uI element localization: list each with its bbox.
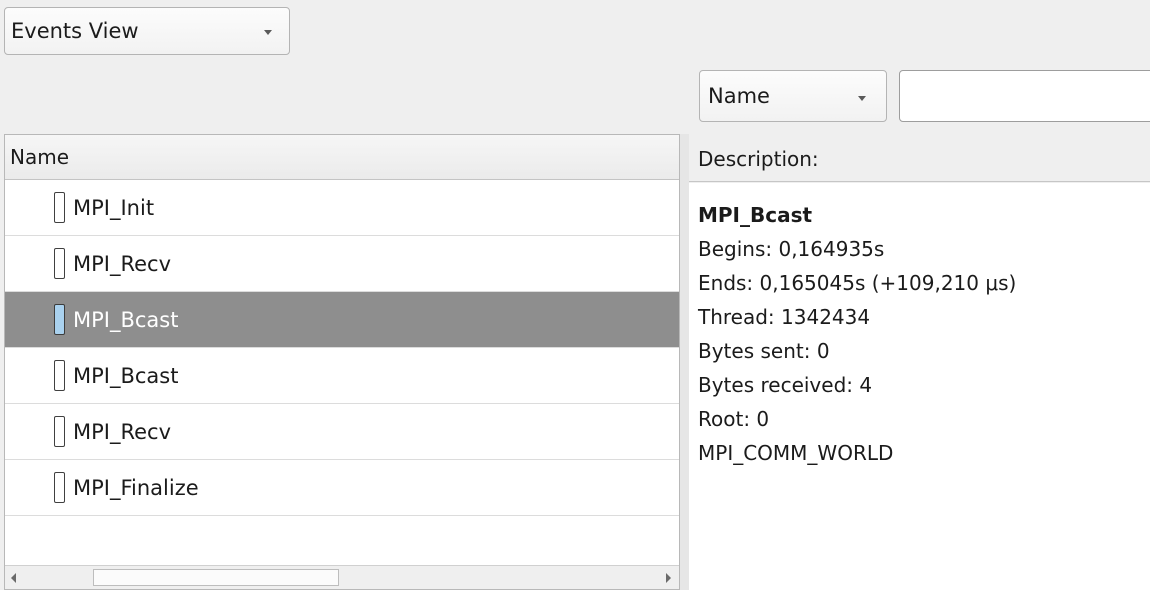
event-row-label: MPI_Bcast <box>73 307 179 332</box>
event-color-swatch <box>54 360 65 391</box>
description-header: Description: <box>689 136 1150 182</box>
panel-splitter[interactable] <box>680 134 689 590</box>
detail-ends: Ends: 0,165045s (+109,210 μs) <box>698 271 1017 295</box>
event-row[interactable]: MPI_Finalize <box>5 460 679 516</box>
chevron-down-icon <box>858 96 866 101</box>
chevron-down-icon <box>264 30 272 35</box>
event-row-label: MPI_Init <box>73 195 155 220</box>
event-row-label: MPI_Bcast <box>73 363 179 388</box>
event-row[interactable]: MPI_Recv <box>5 236 679 292</box>
detail-communicator: MPI_COMM_WORLD <box>698 441 894 465</box>
view-mode-value: Events View <box>11 19 139 43</box>
event-rows: MPI_Init MPI_Recv MPI_Bcast MPI_Bcast MPI_Re… <box>5 180 679 516</box>
event-row[interactable]: MPI_Bcast <box>5 292 679 348</box>
scroll-right-icon[interactable] <box>666 573 671 583</box>
event-row-label: MPI_Finalize <box>73 475 199 500</box>
event-row[interactable]: MPI_Bcast <box>5 348 679 404</box>
event-color-swatch <box>54 472 65 503</box>
event-row[interactable]: MPI_Init <box>5 180 679 236</box>
filter-field-dropdown[interactable]: Name <box>699 70 887 122</box>
filter-field-value: Name <box>708 84 770 108</box>
event-list: Name MPI_Init MPI_Recv MPI_Bcast MPI_Bcast M… <box>4 134 680 590</box>
scrollbar-thumb[interactable] <box>93 569 339 586</box>
detail-bytes-sent: Bytes sent: 0 <box>698 339 830 363</box>
detail-bytes-received: Bytes received: 4 <box>698 373 873 397</box>
events-window: Events View Name Name MPI_Init MPI_Recv MP… <box>0 0 1150 590</box>
detail-thread: Thread: 1342434 <box>698 305 871 329</box>
event-color-swatch <box>54 248 65 279</box>
view-mode-dropdown[interactable]: Events View <box>4 7 290 55</box>
column-header-label: Name <box>10 145 70 169</box>
event-color-swatch <box>54 304 65 335</box>
description-header-label: Description: <box>698 146 819 171</box>
column-header-name[interactable]: Name <box>5 135 679 180</box>
event-color-swatch <box>54 416 65 447</box>
event-row-label: MPI_Recv <box>73 251 172 276</box>
detail-begins: Begins: 0,164935s <box>698 237 885 261</box>
description-panel: MPI_Bcast Begins: 0,164935s Ends: 0,1650… <box>689 183 1150 590</box>
horizontal-scrollbar[interactable] <box>5 565 679 589</box>
event-color-swatch <box>54 192 65 223</box>
event-row-label: MPI_Recv <box>73 419 172 444</box>
filter-input[interactable] <box>899 70 1150 122</box>
scroll-left-icon[interactable] <box>11 573 16 583</box>
event-title: MPI_Bcast <box>698 203 813 227</box>
event-row[interactable]: MPI_Recv <box>5 404 679 460</box>
detail-root: Root: 0 <box>698 407 770 431</box>
